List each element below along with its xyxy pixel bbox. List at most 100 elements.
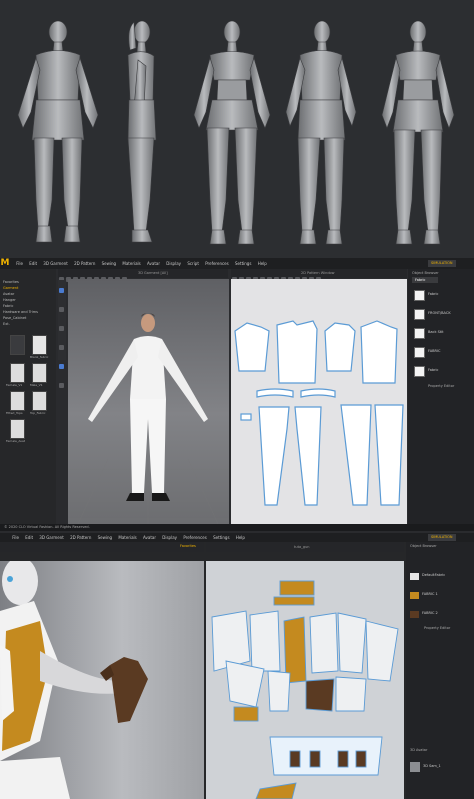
library-item-ext[interactable]: Ext. xyxy=(0,321,56,327)
menu-help[interactable]: Help xyxy=(258,261,267,266)
avatar-closeup-render xyxy=(0,557,148,799)
sculpt-figure-front xyxy=(193,20,271,245)
pattern-piece-cuff xyxy=(300,388,336,398)
menu-sewing[interactable]: Sewing xyxy=(98,535,112,540)
thumb-label: Top_Fabric xyxy=(30,411,46,415)
pattern-piece-back xyxy=(360,320,398,384)
pattern-piece-pant xyxy=(374,404,404,506)
fabric-list-item[interactable]: FRONT/BACK xyxy=(408,302,474,321)
sculpt-turnaround-panel xyxy=(0,0,474,258)
toolbar-3d: Favorites xyxy=(0,542,204,552)
thumb-label: Male_V1 xyxy=(30,383,43,387)
tool-strip-3d xyxy=(58,280,66,388)
sculpt-turnaround-render xyxy=(17,20,455,245)
toolbar-2d: tuta_gun xyxy=(206,542,404,552)
menu-sewing[interactable]: Sewing xyxy=(102,261,116,266)
avatar-render xyxy=(68,313,229,525)
menu-preferences[interactable]: Preferences xyxy=(205,261,229,266)
avatar-thumbnail xyxy=(410,762,420,772)
menu-2d-pattern[interactable]: 2D Pattern xyxy=(70,535,91,540)
library-thumbnail[interactable] xyxy=(10,335,25,355)
viewport-3d-title: 3D Garment [All] xyxy=(138,271,168,275)
library-thumbnail[interactable] xyxy=(10,363,25,383)
fabric-list-item[interactable]: Fabric xyxy=(408,359,474,378)
library-thumbnail[interactable] xyxy=(32,363,47,383)
avatar-section-title: 3D Avatar xyxy=(410,748,428,752)
tool-icon[interactable] xyxy=(59,307,64,312)
md-logo: M xyxy=(0,258,10,269)
viewport-2d[interactable]: 2D Pattern Window xyxy=(231,271,407,524)
fabric-list-item[interactable]: DefaultFabric xyxy=(406,564,474,583)
sculpt-figure-front-three-quarter xyxy=(381,20,455,245)
sculpt-figure-back xyxy=(17,20,99,243)
sculpt-figure-side xyxy=(127,20,157,243)
sculpt-figure-back-three-quarter xyxy=(285,20,357,245)
tool-icon[interactable] xyxy=(59,288,64,293)
thumb-label: Female_Avat xyxy=(6,439,26,443)
tool-icon[interactable] xyxy=(59,383,64,388)
fabric-list-item[interactable]: FABRIC xyxy=(408,340,474,359)
library-sidebar: Favorites Garment Avatar Hanger Fabric H… xyxy=(0,269,56,524)
object-browser-title: Object Browser xyxy=(412,271,439,275)
menu-display[interactable]: Display xyxy=(166,261,181,266)
viewport-2d-title: 2D Pattern Window xyxy=(301,271,335,275)
clo-logo xyxy=(0,533,6,542)
menu-help[interactable]: Help xyxy=(236,535,245,540)
menu-display[interactable]: Display xyxy=(162,535,177,540)
menu-avatar[interactable]: Avatar xyxy=(143,535,156,540)
pattern-piece-pant xyxy=(258,406,290,506)
pattern-piece-pocket xyxy=(240,413,252,421)
md-menubar: M File Edit 3D Garment 2D Pattern Sewing… xyxy=(0,258,474,269)
menu-materials[interactable]: Materials xyxy=(122,261,140,266)
menu-2d-pattern[interactable]: 2D Pattern xyxy=(74,261,95,266)
viewport-3d-title: Favorites xyxy=(180,544,196,548)
object-browser: Object Browser DefaultFabric FABRIC 1 FA… xyxy=(406,542,474,799)
simulation-badge[interactable]: SIMULATION xyxy=(428,534,456,541)
menu-settings[interactable]: Settings xyxy=(235,261,251,266)
menu-settings[interactable]: Settings xyxy=(213,535,229,540)
tool-icon[interactable] xyxy=(59,326,64,331)
viewport-2d-title: tuta_gun xyxy=(294,545,310,549)
menu-edit[interactable]: Edit xyxy=(25,535,33,540)
thumb-label: Blank_fabric xyxy=(30,355,49,359)
menu-file[interactable]: File xyxy=(12,535,19,540)
simulation-badge[interactable]: SIMULATION xyxy=(428,260,456,267)
menu-3d-garment[interactable]: 3D Garment xyxy=(39,535,63,540)
md-window: M File Edit 3D Garment 2D Pattern Sewing… xyxy=(0,258,474,533)
fabric-list-item[interactable]: Back Stit xyxy=(408,321,474,340)
thumb-label: Female_V1 xyxy=(6,383,23,387)
menu-script[interactable]: Script xyxy=(187,261,199,266)
avatar-list-item[interactable]: 3D Sam_1 xyxy=(406,755,474,774)
menu-materials[interactable]: Materials xyxy=(118,535,136,540)
pattern-piece-cuff xyxy=(256,388,294,398)
tool-icon[interactable] xyxy=(59,345,64,350)
fabric-list-item[interactable]: FABRIC 1 xyxy=(406,583,474,602)
thumb-label: Fitted_Tops xyxy=(6,411,23,415)
library-thumbnail[interactable] xyxy=(10,391,25,411)
pattern-pieces xyxy=(234,320,404,506)
menu-avatar[interactable]: Avatar xyxy=(147,261,160,266)
clo-menubar: File Edit 3D Garment 2D Pattern Sewing M… xyxy=(0,533,474,542)
menu-file[interactable]: File xyxy=(16,261,23,266)
library-thumbnail[interactable] xyxy=(32,335,47,355)
pattern-piece-pant xyxy=(340,404,372,506)
pattern-piece-front xyxy=(276,320,318,384)
tool-icon[interactable] xyxy=(59,364,64,369)
object-browser: Object Browser Fabric Fabric FRONT/BACK … xyxy=(408,269,474,524)
pattern-piece-pant xyxy=(294,406,322,506)
library-thumbnail[interactable] xyxy=(32,391,47,411)
library-thumbnail[interactable] xyxy=(10,419,25,439)
pattern-piece-sleeve xyxy=(324,322,356,372)
menu-preferences[interactable]: Preferences xyxy=(183,535,207,540)
pattern-piece-sleeve xyxy=(234,322,270,372)
status-bar: © 2020 CLO Virtual Fashion. All Rights R… xyxy=(0,524,474,531)
menu-edit[interactable]: Edit xyxy=(29,261,37,266)
viewport-3d[interactable]: 3D Garment [All] xyxy=(68,271,229,525)
fabric-list-item[interactable]: Fabric xyxy=(408,283,474,302)
property-editor-title: Property Editor xyxy=(428,384,455,388)
viewport-2d[interactable] xyxy=(206,561,404,799)
menu-3d-garment[interactable]: 3D Garment xyxy=(43,261,67,266)
fabric-list-item[interactable]: FABRIC 2 xyxy=(406,602,474,621)
clo-window: File Edit 3D Garment 2D Pattern Sewing M… xyxy=(0,533,474,799)
viewport-3d[interactable] xyxy=(0,557,204,799)
